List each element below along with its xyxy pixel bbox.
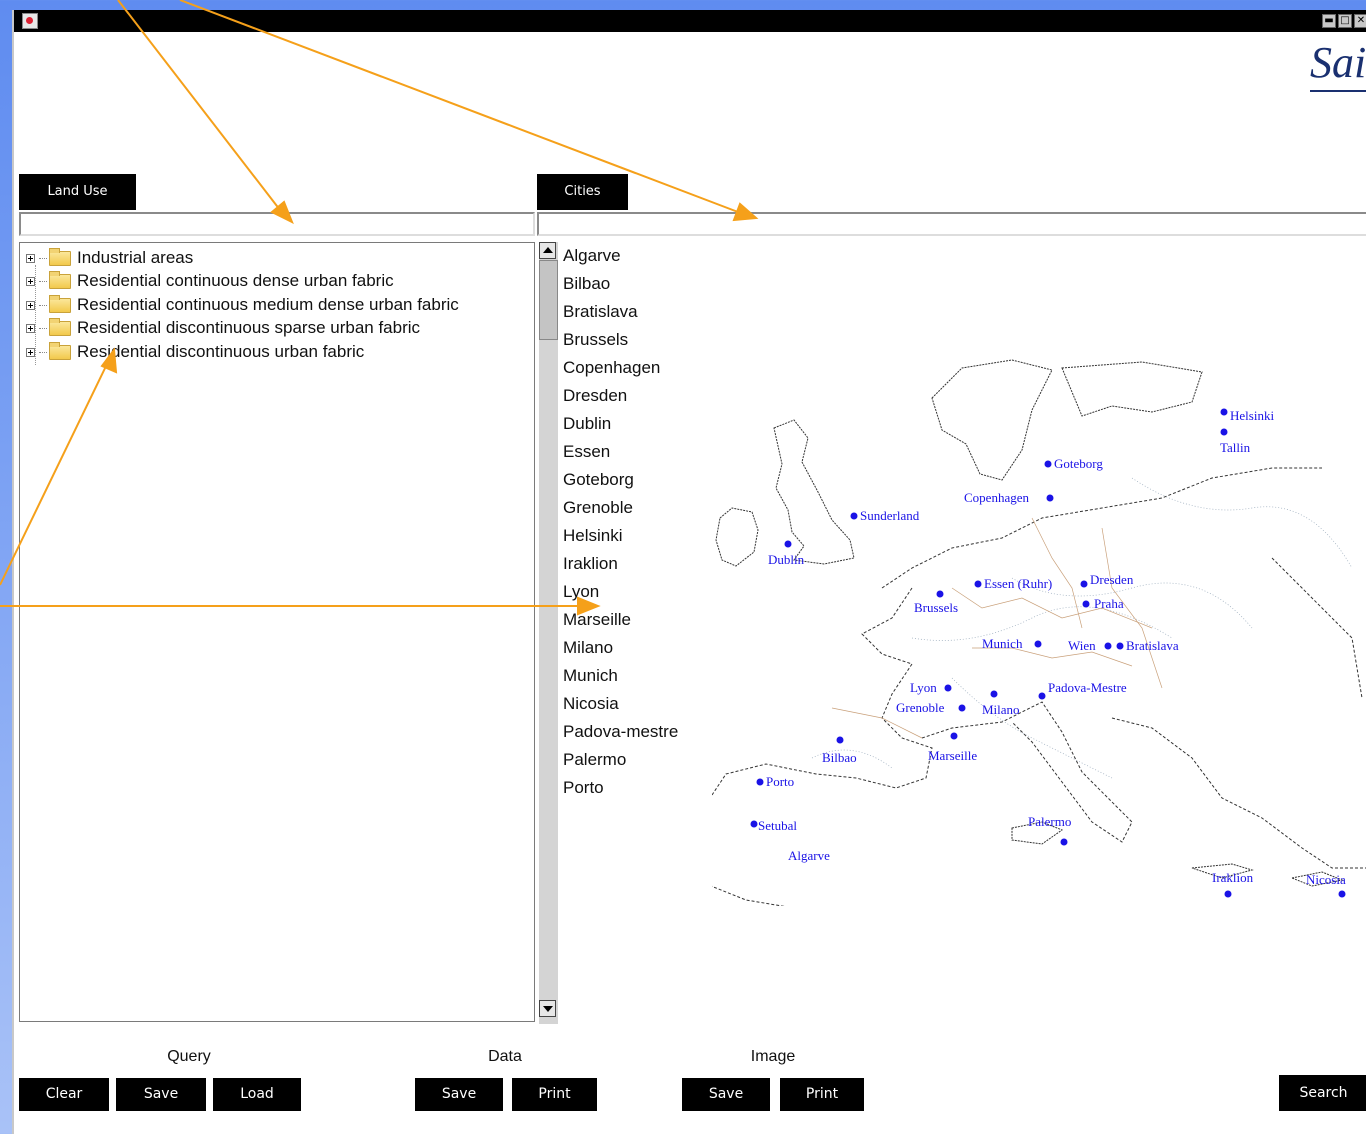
- arrow-down-icon: [543, 1006, 553, 1012]
- map-label: Goteborg: [1054, 456, 1103, 471]
- folder-icon: [49, 341, 71, 360]
- map-label: Marseille: [928, 748, 977, 763]
- tree-item-residential-discontinuous[interactable]: Residential discontinuous urban fabric: [26, 341, 364, 363]
- city-item[interactable]: Padova-mestre: [563, 719, 678, 745]
- city-item[interactable]: Copenhagen: [563, 355, 660, 381]
- map-label: Milano: [982, 702, 1020, 717]
- map-label: Lyon: [910, 680, 937, 695]
- city-item[interactable]: Grenoble: [563, 495, 633, 521]
- city-labels: Helsinki Tallin Goteborg Copenhagen Sund…: [758, 408, 1346, 887]
- scroll-down-button[interactable]: [539, 1000, 556, 1017]
- map-label: Praha: [1094, 596, 1124, 611]
- tree-item-label: Residential continuous medium dense urba…: [77, 295, 459, 314]
- arrow-up-icon: [543, 247, 553, 253]
- title-bar: ▬ □ ✕: [14, 10, 1366, 32]
- city-item[interactable]: Iraklion: [563, 551, 618, 577]
- city-item[interactable]: Munich: [563, 663, 618, 689]
- city-item[interactable]: Porto: [563, 775, 604, 801]
- cities-scrollbar[interactable]: [539, 242, 558, 1024]
- query-load-button[interactable]: Load: [213, 1078, 301, 1111]
- city-item[interactable]: Nicosia: [563, 691, 619, 717]
- folder-icon: [49, 317, 71, 336]
- cities-filter-input[interactable]: [537, 212, 1366, 236]
- folder-icon: [49, 247, 71, 266]
- city-item[interactable]: Dresden: [563, 383, 627, 409]
- map-label: Algarve: [788, 848, 830, 863]
- city-item[interactable]: Milano: [563, 635, 613, 661]
- city-item[interactable]: Bilbao: [563, 271, 610, 297]
- map-label: Wien: [1068, 638, 1096, 653]
- brand-logo: Sai: [1310, 38, 1366, 92]
- tree-item-label: Residential discontinuous sparse urban f…: [77, 318, 421, 337]
- image-group-label: Image: [750, 1048, 796, 1065]
- scroll-thumb[interactable]: [539, 260, 558, 340]
- city-item[interactable]: Essen: [563, 439, 610, 465]
- map-label: Munich: [982, 636, 1023, 651]
- maximize-button[interactable]: □: [1338, 14, 1352, 28]
- data-print-button[interactable]: Print: [512, 1078, 597, 1111]
- expand-icon[interactable]: [26, 276, 35, 286]
- image-print-button[interactable]: Print: [780, 1078, 864, 1111]
- data-group-label: Data: [488, 1048, 522, 1065]
- map-label: Sunderland: [860, 508, 920, 523]
- city-item[interactable]: Lyon: [563, 579, 599, 605]
- land-use-tab[interactable]: Land Use: [19, 174, 136, 210]
- app-window: ▬ □ ✕ Sai Land Use Industrial areas Resi…: [12, 10, 1366, 1134]
- tree-item-label: Residential discontinuous urban fabric: [77, 342, 365, 361]
- europe-map[interactable]: Helsinki Tallin Goteborg Copenhagen Sund…: [712, 358, 1366, 906]
- close-button[interactable]: ✕: [1354, 14, 1366, 28]
- city-item[interactable]: Bratislava: [563, 299, 638, 325]
- map-label: Essen (Ruhr): [984, 576, 1052, 591]
- map-label: Nicosia: [1306, 872, 1346, 887]
- folder-icon: [49, 270, 71, 289]
- map-label: Bratislava: [1126, 638, 1179, 653]
- city-item[interactable]: Helsinki: [563, 523, 623, 549]
- city-item[interactable]: Dublin: [563, 411, 611, 437]
- query-group-label: Query: [167, 1048, 211, 1065]
- city-item[interactable]: Brussels: [563, 327, 628, 353]
- map-label: Bilbao: [822, 750, 857, 765]
- expand-icon[interactable]: [26, 300, 35, 310]
- image-save-button[interactable]: Save: [682, 1078, 770, 1111]
- app-icon: [22, 13, 38, 29]
- map-label: Iraklion: [1212, 870, 1254, 885]
- map-label: Padova-Mestre: [1048, 680, 1127, 695]
- query-save-button[interactable]: Save: [116, 1078, 206, 1111]
- map-label: Setubal: [758, 818, 797, 833]
- city-item[interactable]: Goteborg: [563, 467, 634, 493]
- tree-item-industrial-areas[interactable]: Industrial areas: [26, 247, 193, 269]
- map-label: Dresden: [1090, 572, 1134, 587]
- tree-item-label: Residential continuous dense urban fabri…: [77, 271, 394, 290]
- query-clear-button[interactable]: Clear: [19, 1078, 109, 1111]
- map-label: Porto: [766, 774, 794, 789]
- map-label: Brussels: [914, 600, 958, 615]
- map-label: Copenhagen: [964, 490, 1029, 505]
- expand-icon[interactable]: [26, 253, 35, 263]
- map-label: Dublin: [768, 552, 805, 567]
- expand-icon[interactable]: [26, 323, 35, 333]
- tree-item-residential-continuous-dense[interactable]: Residential continuous dense urban fabri…: [26, 270, 394, 292]
- city-item[interactable]: Marseille: [563, 607, 631, 633]
- minimize-button[interactable]: ▬: [1322, 14, 1336, 28]
- expand-icon[interactable]: [26, 347, 35, 357]
- tree-item-label: Industrial areas: [77, 248, 194, 267]
- map-label: Palermo: [1028, 814, 1071, 829]
- land-use-tree: Industrial areas Residential continuous …: [19, 242, 535, 1022]
- map-label: Tallin: [1220, 440, 1251, 455]
- city-item[interactable]: Algarve: [563, 243, 621, 269]
- scroll-up-button[interactable]: [539, 242, 556, 259]
- search-button[interactable]: Search: [1279, 1075, 1366, 1111]
- cities-tab[interactable]: Cities: [537, 174, 628, 210]
- folder-icon: [49, 294, 71, 313]
- tree-item-residential-continuous-medium[interactable]: Residential continuous medium dense urba…: [26, 294, 459, 316]
- tree-item-residential-discontinuous-sparse[interactable]: Residential discontinuous sparse urban f…: [26, 317, 420, 339]
- land-use-filter-input[interactable]: [19, 212, 535, 236]
- window-controls: ▬ □ ✕: [1322, 14, 1366, 28]
- data-save-button[interactable]: Save: [415, 1078, 503, 1111]
- map-label: Grenoble: [896, 700, 945, 715]
- map-label: Helsinki: [1230, 408, 1274, 423]
- city-item[interactable]: Palermo: [563, 747, 626, 773]
